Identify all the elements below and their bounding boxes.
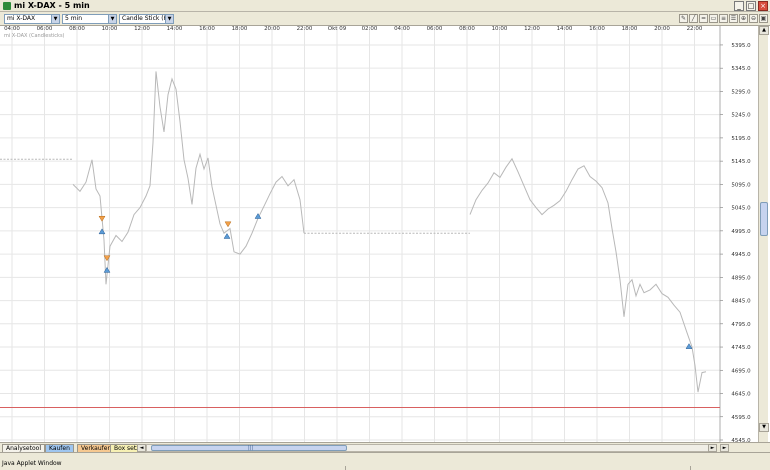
y-tick-label: 5145.0 (731, 159, 751, 165)
chevron-down-icon[interactable]: ▼ (51, 15, 59, 23)
x-tick-label: 06:00 (37, 26, 53, 32)
y-tick-label: 5045.0 (731, 206, 751, 212)
x-tick-label: 18:00 (232, 26, 248, 32)
y-tick-label: 5095.0 (731, 182, 751, 188)
price-line (72, 71, 305, 285)
price-chart[interactable]: 04:00 06:00 08:00 10:00 12:00 14:00 16:00 18:00… (0, 26, 758, 442)
toolbar-tool-icon[interactable]: ⊕ (739, 14, 748, 23)
vertical-scroll-thumb[interactable] (760, 202, 768, 236)
chevron-down-icon[interactable]: ▼ (165, 15, 173, 23)
close-button[interactable]: × (758, 1, 768, 11)
horizontal-scrollbar[interactable]: ||| (146, 444, 716, 452)
instrument-select[interactable]: mi X-DAX ▼ (4, 14, 60, 24)
y-tick-label: 4895.0 (731, 275, 751, 281)
x-tick-label: 14:00 (167, 26, 183, 32)
toolbar-tool-icon[interactable]: ≡ (719, 14, 728, 23)
grip-icon: ||| (248, 445, 254, 451)
toolbar-tool-icon[interactable]: ╱ (689, 14, 698, 23)
chart-toolbar: mi X-DAX ▼ 5 min ▼ Candle Stick (Kerzen)… (0, 12, 770, 26)
window-title: mi X-DAX - 5 min (14, 1, 90, 10)
x-tick-label: 18:00 (622, 26, 638, 32)
x-tick-label: 04:00 (394, 26, 410, 32)
vertical-scrollbar[interactable]: ▲ ▼ (758, 26, 769, 442)
x-tick-label: 08:00 (69, 26, 85, 32)
x-tick-label: 10:00 (102, 26, 118, 32)
scroll-up-button[interactable]: ▲ (759, 26, 769, 35)
scroll-left-button[interactable]: ◄ (137, 444, 146, 452)
y-tick-label: 5395.0 (731, 43, 751, 49)
x-tick-label: 16:00 (199, 26, 215, 32)
y-tick-label: 4695.0 (731, 368, 751, 374)
x-tick-label: 12:00 (134, 26, 150, 32)
series-label: mi X-DAX (Candlesticks) (4, 33, 65, 39)
x-tick-label: 16:00 (589, 26, 605, 32)
bottom-bar: Analysetool Kaufen Verkaufen Box setzen … (0, 442, 770, 453)
x-tick-label: 02:00 (362, 26, 378, 32)
maximize-button[interactable]: □ (746, 1, 756, 11)
sell-marker (98, 215, 106, 222)
app-icon (3, 2, 11, 10)
toolbar-tool-icon[interactable]: ▭ (709, 14, 718, 23)
status-text: Java Applet Window (2, 460, 62, 467)
x-tick-label: 22:00 (687, 26, 703, 32)
toolbar-tool-icon[interactable]: ▣ (759, 14, 768, 23)
toolbar-tool-icon[interactable]: ⊖ (749, 14, 758, 23)
y-tick-label: 4795.0 (731, 322, 751, 328)
y-tick-label: 5295.0 (731, 89, 751, 95)
sell-marker (224, 221, 232, 228)
scroll-end-button[interactable]: ► (720, 444, 729, 452)
x-tick-label: 22:00 (297, 26, 313, 32)
status-bar: Java Applet Window (0, 452, 770, 470)
toolbar-tool-icon[interactable]: ☰ (729, 14, 738, 23)
interval-select-value: 5 min (65, 15, 83, 22)
x-tick-label: 04:00 (4, 26, 20, 32)
horizontal-scroll-thumb[interactable]: ||| (151, 445, 347, 451)
x-tick-label: 20:00 (264, 26, 280, 32)
chevron-down-icon[interactable]: ▼ (108, 15, 116, 23)
y-tick-label: 4945.0 (731, 252, 751, 258)
y-tick-label: 5345.0 (731, 66, 751, 72)
buy-marker (223, 233, 231, 239)
x-tick-label: 08:00 (459, 26, 475, 32)
y-tick-label: 4995.0 (731, 229, 751, 235)
chart-area[interactable]: 04:00 06:00 08:00 10:00 12:00 14:00 16:00 18:00… (0, 26, 770, 442)
x-tick-label: 20:00 (654, 26, 670, 32)
minimize-button[interactable]: _ (734, 1, 744, 11)
x-tick-label: 14:00 (557, 26, 573, 32)
x-tick-label: 10:00 (492, 26, 508, 32)
y-tick-label: 4745.0 (731, 345, 751, 351)
status-divider (690, 466, 691, 470)
scroll-down-button[interactable]: ▼ (759, 423, 769, 432)
chart-type-select[interactable]: Candle Stick (Kerzen) ▼ (119, 14, 174, 24)
x-tick-label: 06:00 (427, 26, 443, 32)
y-tick-label: 5245.0 (731, 113, 751, 119)
y-tick-label: 4595.0 (731, 415, 751, 421)
y-tick-label: 5195.0 (731, 136, 751, 142)
x-tick-label: Okt 09 (328, 26, 347, 32)
toolbar-tool-icon[interactable]: ✎ (679, 14, 688, 23)
x-tick-label: 12:00 (524, 26, 540, 32)
scroll-right-button[interactable]: ► (708, 444, 717, 452)
instrument-select-value: mi X-DAX (7, 15, 36, 22)
price-line (469, 157, 707, 393)
status-divider (345, 466, 346, 470)
y-tick-label: 4845.0 (731, 299, 751, 305)
title-bar: mi X-DAX - 5 min _ □ × (0, 0, 770, 12)
toolbar-tool-icon[interactable]: ═ (699, 14, 708, 23)
interval-select[interactable]: 5 min ▼ (62, 14, 117, 24)
y-tick-label: 4645.0 (731, 392, 751, 398)
